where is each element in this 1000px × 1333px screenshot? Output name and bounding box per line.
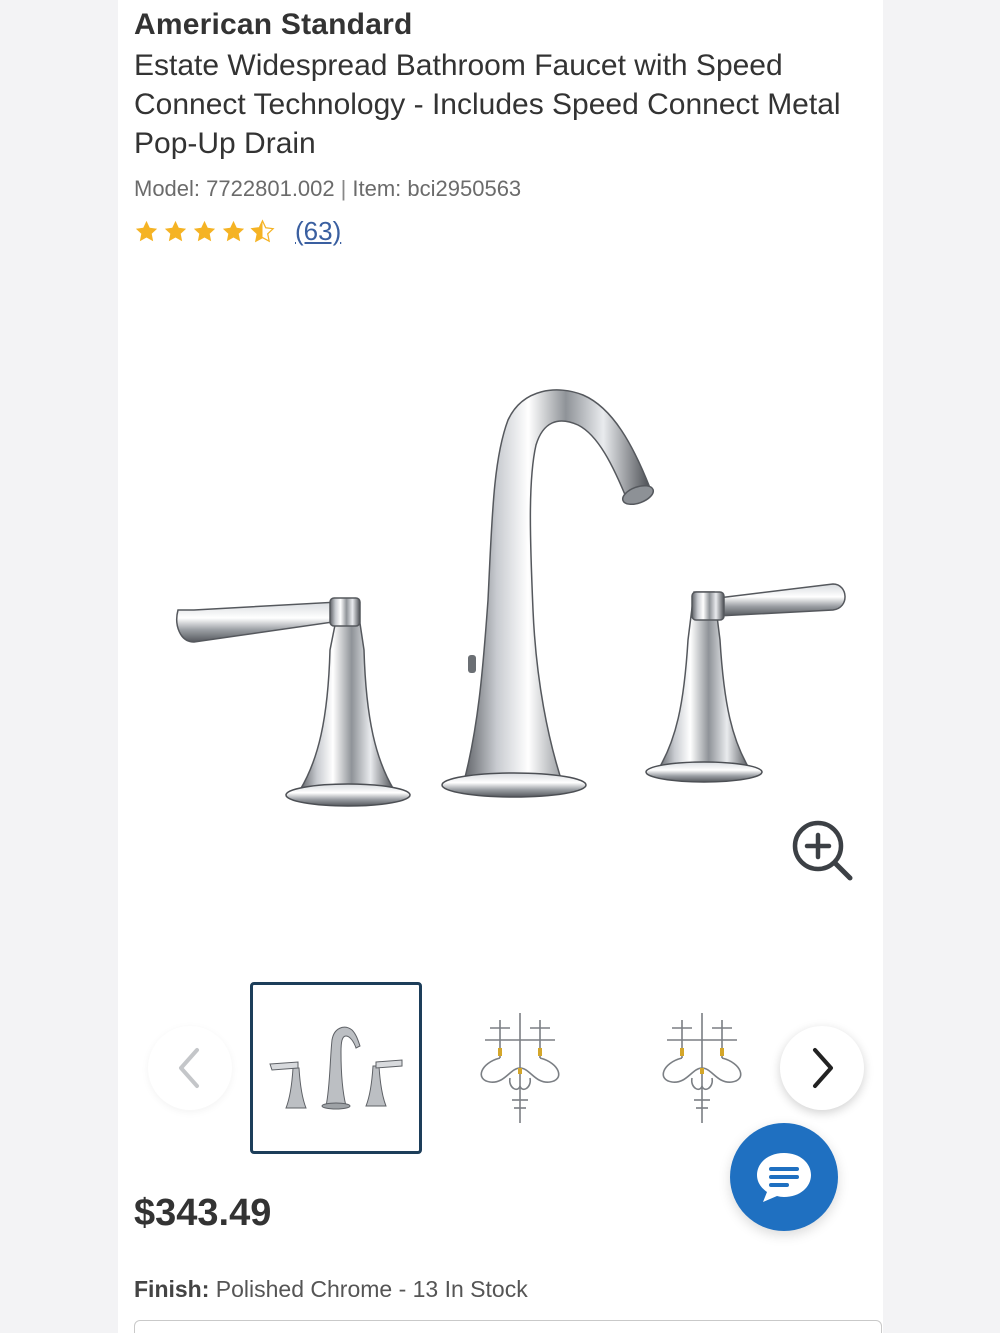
finish-selector[interactable] [134, 1320, 882, 1333]
faucet-thumbnail-image [269, 1026, 403, 1110]
star-rating[interactable] [134, 218, 275, 244]
finish-label: Finish: [134, 1276, 210, 1302]
item-number: bci2950563 [407, 176, 522, 201]
star-icon [222, 220, 245, 241]
chevron-left-icon [179, 1048, 199, 1088]
chat-button[interactable] [730, 1123, 838, 1231]
product-title: Estate Widespread Bathroom Faucet with S… [134, 49, 841, 160]
star-icon [164, 220, 187, 241]
carousel-next-button[interactable] [780, 1026, 864, 1110]
half-star-icon [250, 218, 275, 242]
brand-name[interactable]: American Standard [134, 8, 412, 42]
product-page: American Standard Estate Widespread Bath… [118, 0, 883, 1333]
thumbnail-2[interactable] [434, 982, 606, 1154]
faucet-parts-thumbnail-image [662, 1013, 742, 1123]
chat-icon [757, 1153, 811, 1202]
product-main-image[interactable] [158, 370, 848, 820]
product-meta: Model: 7722801.002 | Item: bci2950563 [134, 176, 521, 202]
star-icon [135, 220, 158, 241]
chevron-right-icon [813, 1048, 833, 1088]
thumbnail-1[interactable] [250, 982, 422, 1154]
product-price: $343.49 [134, 1192, 272, 1234]
faucet-parts-thumbnail-image [480, 1013, 560, 1123]
item-label: Item: [352, 176, 402, 201]
meta-separator: | [340, 176, 347, 201]
zoom-in-icon[interactable] [790, 818, 856, 884]
model-label: Model: [134, 176, 201, 201]
finish-info: Finish: Polished Chrome - 13 In Stock [134, 1276, 528, 1303]
rating-row: (63) [134, 214, 341, 248]
review-count-link[interactable]: (63) [295, 216, 341, 247]
carousel-prev-button[interactable] [148, 1026, 232, 1110]
finish-value: Polished Chrome - 13 In Stock [215, 1276, 528, 1302]
star-icon [193, 220, 216, 241]
model-number: 7722801.002 [206, 176, 335, 201]
